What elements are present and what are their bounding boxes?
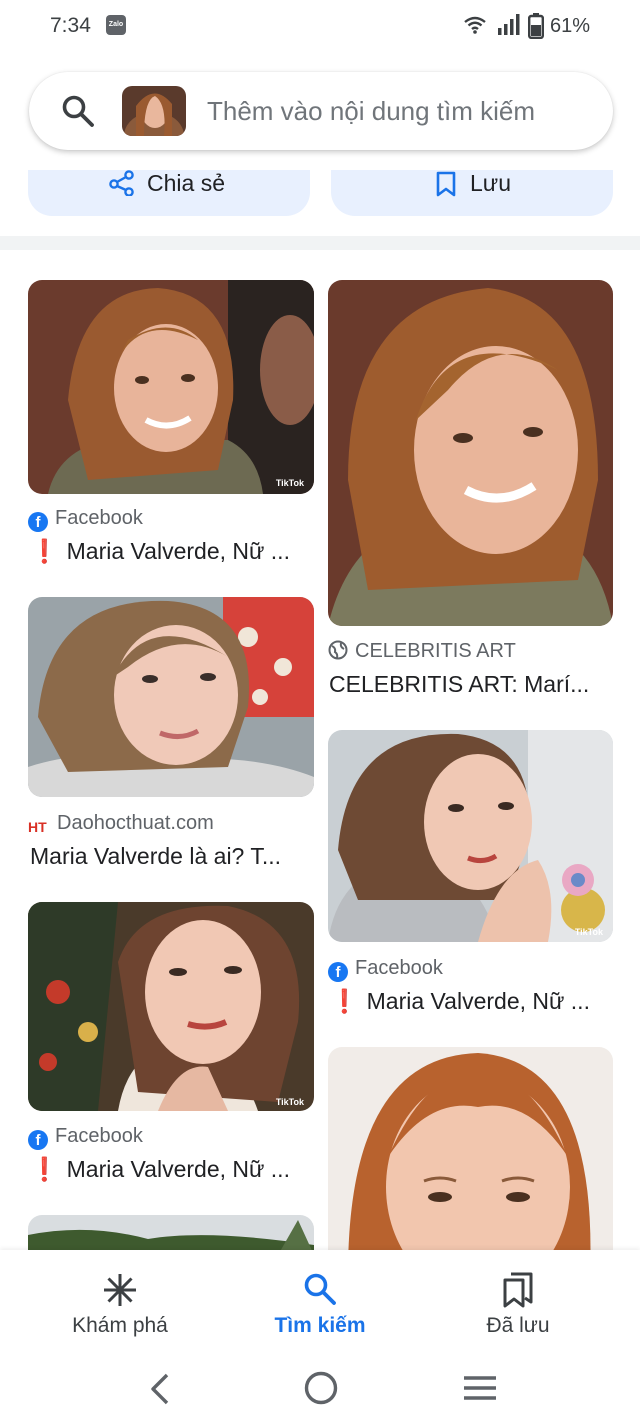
system-navigation bbox=[0, 1360, 640, 1426]
nav-label: Đã lưu bbox=[486, 1314, 550, 1337]
bookmarks-icon bbox=[503, 1272, 533, 1308]
globe-icon bbox=[328, 640, 348, 660]
battery-icon bbox=[528, 13, 544, 39]
search-icon[interactable] bbox=[61, 94, 95, 128]
save-button-label: Lưu bbox=[470, 170, 511, 196]
search-image-thumbnail[interactable] bbox=[122, 86, 186, 136]
result-image[interactable] bbox=[328, 1047, 613, 1275]
tiktok-watermark: TikTok bbox=[574, 927, 603, 937]
battery-percent: 61% bbox=[550, 15, 591, 37]
zalo-icon: Zalo bbox=[106, 15, 126, 35]
result-title[interactable]: ❗ Maria Valverde, Nữ ... bbox=[30, 1156, 320, 1183]
result-source: f Facebook bbox=[28, 1125, 143, 1150]
nav-item-saved[interactable]: Đã lưu bbox=[418, 1250, 618, 1360]
result-source: CELEBRITIS ART bbox=[328, 640, 516, 663]
alert-icon: ❗ bbox=[330, 988, 359, 1014]
result-title[interactable]: Maria Valverde là ai? T... bbox=[30, 843, 320, 870]
status-bar: 7:34 Zalo 61% bbox=[0, 0, 640, 52]
search-input[interactable] bbox=[207, 94, 597, 128]
result-title[interactable]: ❗ Maria Valverde, Nữ ... bbox=[30, 538, 320, 565]
result-source: HT Daohocthuat.com bbox=[28, 812, 214, 835]
share-button-label: Chia sẻ bbox=[147, 170, 225, 196]
result-title[interactable]: ❗ Maria Valverde, Nữ ... bbox=[330, 988, 620, 1015]
save-button[interactable]: Lưu bbox=[331, 170, 613, 216]
bottom-navigation: Khám phá Tìm kiếm Đã lưu bbox=[0, 1250, 640, 1360]
status-time: 7:34 bbox=[50, 14, 91, 37]
share-icon bbox=[109, 170, 134, 196]
result-image[interactable] bbox=[28, 597, 314, 797]
nav-label: Khám phá bbox=[72, 1314, 168, 1337]
result-source: f Facebook bbox=[328, 957, 443, 982]
result-image[interactable]: TikTok bbox=[328, 730, 613, 942]
wifi-icon bbox=[464, 16, 486, 34]
facebook-icon: f bbox=[28, 1130, 48, 1150]
result-title[interactable]: CELEBRITIS ART: Marí... bbox=[329, 671, 619, 698]
bookmark-icon bbox=[436, 171, 456, 197]
home-icon[interactable] bbox=[303, 1370, 339, 1406]
signal-icon bbox=[498, 14, 520, 35]
result-image[interactable]: TikTok bbox=[28, 280, 314, 494]
recents-icon[interactable] bbox=[462, 1375, 498, 1403]
result-image[interactable] bbox=[328, 280, 613, 626]
search-icon bbox=[304, 1273, 336, 1305]
section-divider bbox=[0, 236, 640, 250]
asterisk-icon bbox=[104, 1274, 136, 1306]
search-bar[interactable] bbox=[29, 72, 613, 150]
share-button[interactable]: Chia sẻ bbox=[28, 170, 310, 216]
ht-icon: HT bbox=[28, 819, 47, 835]
facebook-icon: f bbox=[28, 512, 48, 532]
alert-icon: ❗ bbox=[30, 538, 59, 564]
back-icon[interactable] bbox=[148, 1372, 172, 1406]
alert-icon: ❗ bbox=[30, 1156, 59, 1182]
tiktok-watermark: TikTok bbox=[275, 478, 304, 488]
facebook-icon: f bbox=[328, 962, 348, 982]
tiktok-watermark: TikTok bbox=[275, 1097, 304, 1107]
nav-item-search[interactable]: Tìm kiếm bbox=[220, 1250, 420, 1360]
result-image[interactable]: TikTok bbox=[28, 902, 314, 1111]
nav-label: Tìm kiếm bbox=[274, 1314, 366, 1337]
result-source: f Facebook bbox=[28, 507, 143, 532]
nav-item-discover[interactable]: Khám phá bbox=[20, 1250, 220, 1360]
